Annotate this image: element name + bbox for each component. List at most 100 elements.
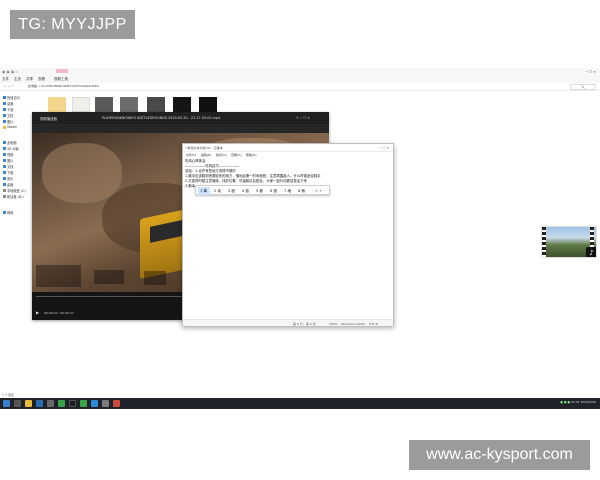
start-menu-icon[interactable] xyxy=(3,400,10,407)
file-thumbnail[interactable] xyxy=(72,97,90,112)
ime-page-arrows-icon[interactable]: ‹ ☺ ▾ xyxy=(312,189,321,193)
ime-candidate[interactable]: 4 独 xyxy=(242,189,249,194)
ime-candidate[interactable]: 3 度 xyxy=(228,189,235,194)
player-file-title: PLAYERUNKNOWN'S BATTLEGROUNDS 2019.05.20… xyxy=(102,116,221,120)
notepad-titlebar[interactable]: *新建文本文档.txt - 记事本 ─ ☐ ✕ xyxy=(183,144,393,152)
ribbon-tab-view[interactable]: 查看 xyxy=(38,77,45,82)
nav-item-videos[interactable]: 视频 xyxy=(3,152,13,157)
player-app-name: 视频播放器 xyxy=(40,117,57,121)
player-window-controls[interactable]: ✎ ─ ☐ ✕ xyxy=(296,116,310,120)
nav-item-network[interactable]: 网络 xyxy=(3,210,13,215)
drive-icon xyxy=(3,195,6,198)
drive-icon xyxy=(3,189,6,192)
search-icon[interactable] xyxy=(14,400,21,407)
browser-icon[interactable] xyxy=(36,400,43,407)
ime-candidate[interactable]: 2 读 xyxy=(214,189,221,194)
ime-candidate[interactable]: 6 渡 xyxy=(270,189,277,194)
ime-candidate[interactable]: 7 堵 xyxy=(284,189,291,194)
explorer-window-title: ▣ ▣ ▣ = xyxy=(2,70,19,74)
nav-item-downloads[interactable]: 下载 xyxy=(3,107,13,112)
nav-item-quick-access[interactable]: 快速访问 xyxy=(3,95,20,100)
website-watermark: www.ac-kysport.com xyxy=(409,440,590,470)
weapon-slot-hud xyxy=(144,271,166,285)
ime-candidate[interactable]: 1 毒 xyxy=(200,189,207,194)
video-player-task-icon[interactable] xyxy=(113,400,120,407)
file-explorer-icon[interactable] xyxy=(25,400,32,407)
chat-app-icon[interactable] xyxy=(58,400,65,407)
computer-icon xyxy=(3,141,6,144)
address-bar[interactable]: ← → ↑ 此电脑 > PLAYERUNKNOWN'S BATTLEGROUND… xyxy=(0,83,600,91)
picture-icon xyxy=(3,159,6,162)
nav-item-steam[interactable]: Steam xyxy=(3,125,17,129)
document-icon xyxy=(3,114,6,117)
menu-help[interactable]: 帮助(H) xyxy=(246,153,257,157)
notepad-window[interactable]: *新建文本文档.txt - 记事本 ─ ☐ ✕ 文件(F) 编辑(E) 格式(O… xyxy=(182,143,394,326)
clock-date: 2019/5/20 xyxy=(580,400,596,404)
video-thumbnail[interactable] xyxy=(95,97,113,112)
notepad-window-controls[interactable]: ─ ☐ ✕ xyxy=(380,146,389,150)
ime-candidate[interactable]: 5 都 xyxy=(256,189,263,194)
picture-icon xyxy=(3,120,6,123)
nav-item-documents-2[interactable]: 文档 xyxy=(3,164,13,169)
folder-icon xyxy=(3,102,6,105)
nav-item-3d-objects[interactable]: 3D 对象 xyxy=(3,146,19,151)
video-tools-tab-highlight xyxy=(56,69,68,73)
ribbon-tab-share[interactable]: 共享 xyxy=(26,77,33,82)
address-path[interactable]: 此电脑 > PLAYERUNKNOWN'S BATTLEGROUNDS xyxy=(28,84,99,88)
system-tray[interactable]: ● ● ● 22:31 2019/5/20 xyxy=(560,400,596,404)
menu-view[interactable]: 查看(V) xyxy=(231,153,241,157)
ribbon-tab-file[interactable]: 文件 xyxy=(2,77,9,82)
steam-icon[interactable] xyxy=(69,400,76,407)
ime-candidate-bar: 1 毒 2 读 3 度 4 独 5 都 6 渡 7 堵 8 赌 ‹ ☺ ▾ xyxy=(195,185,330,195)
notepad-menu-bar: 文件(F) 编辑(E) 格式(O) 查看(V) 帮助(H) xyxy=(183,152,393,158)
video-thumbnail[interactable] xyxy=(147,97,165,112)
wechat-icon[interactable] xyxy=(80,400,87,407)
search-input[interactable]: 🔍 xyxy=(570,84,596,90)
nav-item-drive-d[interactable]: 新加卷 (D:) xyxy=(3,194,24,199)
nav-item-this-pc[interactable]: 此电脑 xyxy=(3,140,17,145)
nav-item-drive-c[interactable]: 本地磁盘 (C:) xyxy=(3,188,27,193)
nav-item-pictures[interactable]: 图片 xyxy=(3,119,13,124)
video-thumbnail[interactable] xyxy=(173,97,191,112)
nav-item-desktop[interactable]: 桌面 xyxy=(3,101,13,106)
nav-item-desktop-2[interactable]: 桌面 xyxy=(3,182,13,187)
menu-edit[interactable]: 编辑(E) xyxy=(201,153,211,157)
app-icon[interactable] xyxy=(91,400,98,407)
ime-candidate[interactable]: 8 赌 xyxy=(298,189,305,194)
video-thumbnail[interactable] xyxy=(199,97,217,112)
nav-item-pictures-2[interactable]: 图片 xyxy=(3,158,13,163)
nav-item-downloads-2[interactable]: 下载 xyxy=(3,170,13,175)
video-thumbnail[interactable] xyxy=(120,97,138,112)
cursor-position: 第 6 行，第 4 列 xyxy=(293,322,316,326)
star-icon xyxy=(3,96,6,99)
notepad-title: *新建文本文档.txt - 记事本 xyxy=(186,146,223,150)
back-forward-icon[interactable]: ← → ↑ xyxy=(4,84,13,88)
app-icon[interactable] xyxy=(47,400,54,407)
telegram-watermark: TG: MYYJJPP xyxy=(10,10,135,39)
music-icon xyxy=(3,177,6,180)
notepad-task-icon[interactable] xyxy=(102,400,109,407)
windows-taskbar: ● ● ● 22:31 2019/5/20 xyxy=(0,398,600,409)
encoding: UTF-8 xyxy=(369,322,378,326)
team-health-hud xyxy=(36,265,81,287)
tiktok-logo-icon: ♪ xyxy=(586,247,596,257)
player-titlebar[interactable]: 视频播放器 PLAYERUNKNOWN'S BATTLEGROUNDS 2019… xyxy=(32,112,329,124)
zoom-level: 100% xyxy=(329,322,338,326)
document-icon xyxy=(3,165,6,168)
video-icon xyxy=(3,153,6,156)
menu-file[interactable]: 文件(F) xyxy=(186,153,196,157)
window-controls[interactable]: ─ ☐ ✕ xyxy=(586,70,596,74)
menu-format[interactable]: 格式(O) xyxy=(216,153,227,157)
floating-video-thumbnail[interactable]: ♪ xyxy=(541,226,597,258)
folder-thumbnail[interactable] xyxy=(48,97,66,112)
download-icon xyxy=(3,108,6,111)
player-health-hud xyxy=(94,270,124,284)
line-ending: Windows (CRLF) xyxy=(341,322,366,326)
ribbon-tab-home[interactable]: 主页 xyxy=(14,77,21,82)
film-strip-left xyxy=(542,227,546,257)
nav-item-music[interactable]: 音乐 xyxy=(3,176,13,181)
notepad-status-bar: 第 6 行，第 4 列 100% Windows (CRLF) UTF-8 xyxy=(183,319,393,326)
play-icon[interactable]: ▶ xyxy=(36,310,39,315)
nav-item-documents[interactable]: 文档 xyxy=(3,113,13,118)
ribbon-tab-video-tools[interactable]: 视频工具 xyxy=(54,77,68,82)
